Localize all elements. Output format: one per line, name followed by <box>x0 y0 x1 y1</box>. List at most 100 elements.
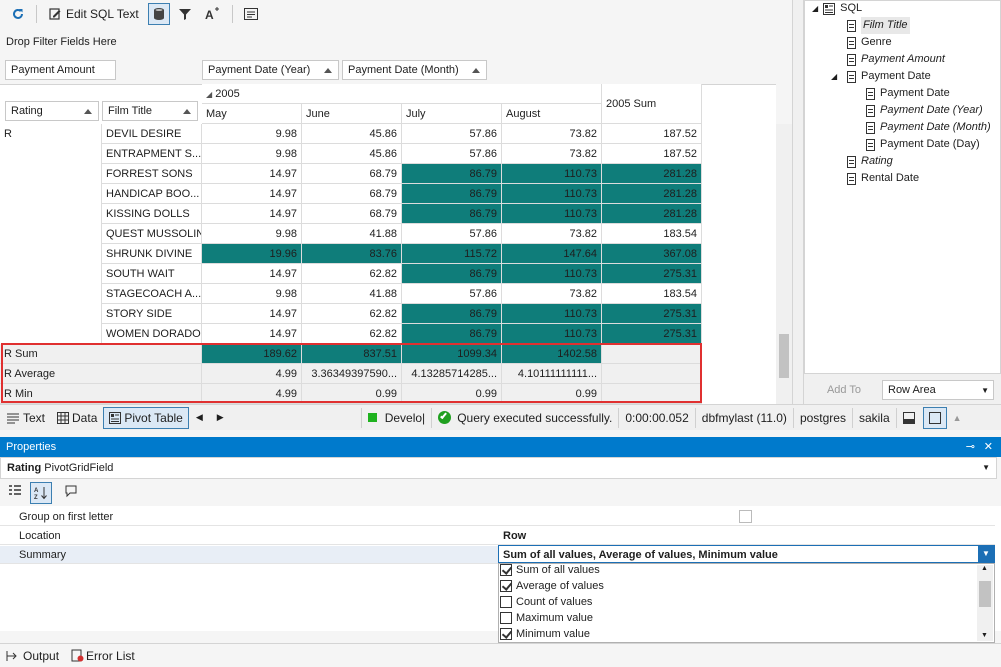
value-cell[interactable]: 147.64 <box>502 244 602 264</box>
month-header-august[interactable]: August <box>502 104 602 124</box>
field-list-item[interactable]: Genre <box>847 34 892 51</box>
total-value-cell[interactable]: 0.99 <box>302 384 402 404</box>
film-title-cell[interactable]: STORY SIDE <box>102 304 202 324</box>
value-cell[interactable]: 14.97 <box>202 264 302 284</box>
tab-pivot-table[interactable]: Pivot Table <box>103 406 189 429</box>
tab-data[interactable]: Data <box>51 407 103 429</box>
value-cell[interactable]: 110.73 <box>502 164 602 184</box>
total-value-cell[interactable]: 0.99 <box>402 384 502 404</box>
property-name[interactable]: Location <box>0 527 498 545</box>
field-list-item[interactable]: Film Title <box>847 17 910 34</box>
value-cell[interactable]: 86.79 <box>402 204 502 224</box>
total-value-cell[interactable]: 4.13285714285... <box>402 364 502 384</box>
format-button[interactable]: A <box>200 3 226 25</box>
film-title-cell[interactable]: ENTRAPMENT S... <box>102 144 202 164</box>
field-list-item[interactable]: ◢ Payment Date <box>831 68 931 85</box>
total-value-cell[interactable]: 4.99 <box>202 384 302 404</box>
total-value-cell[interactable]: 0.99 <box>502 384 602 404</box>
value-cell[interactable]: 57.86 <box>402 224 502 244</box>
filter-drop-area[interactable]: Drop Filter Fields Here <box>6 36 117 48</box>
tab-output[interactable]: Output <box>0 649 65 663</box>
tab-text[interactable]: Text <box>0 407 51 429</box>
value-cell[interactable]: 9.98 <box>202 224 302 244</box>
value-cell[interactable]: 57.86 <box>402 144 502 164</box>
scrollbar-thumb[interactable] <box>979 581 991 607</box>
value-cell[interactable]: 367.08 <box>602 244 702 264</box>
value-cell[interactable]: 45.86 <box>302 144 402 164</box>
value-cell[interactable]: 73.82 <box>502 124 602 144</box>
row-field-film-title[interactable]: Film Title <box>102 101 198 121</box>
row-field-rating[interactable]: Rating <box>5 101 99 121</box>
field-list-item[interactable]: Rating <box>847 153 893 170</box>
total-value-cell[interactable]: 189.62 <box>202 344 302 364</box>
value-cell[interactable]: 86.79 <box>402 304 502 324</box>
total-value-cell[interactable]: 837.51 <box>302 344 402 364</box>
value-cell[interactable]: 73.82 <box>502 224 602 244</box>
data-field-payment-amount[interactable]: Payment Amount <box>5 60 116 80</box>
value-cell[interactable]: 62.82 <box>302 304 402 324</box>
panel-splitter[interactable] <box>792 0 804 404</box>
scroll-down-icon[interactable]: ▼ <box>981 632 988 639</box>
value-cell[interactable]: 68.79 <box>302 204 402 224</box>
value-cell[interactable]: 275.31 <box>602 304 702 324</box>
dropdown-scrollbar[interactable]: ▲ ▼ <box>977 565 993 641</box>
value-cell[interactable]: 9.98 <box>202 144 302 164</box>
value-cell[interactable]: 14.97 <box>202 164 302 184</box>
checkbox-checked-icon[interactable] <box>500 580 512 592</box>
film-title-cell[interactable]: HANDICAP BOO... <box>102 184 202 204</box>
value-cell[interactable]: 187.52 <box>602 124 702 144</box>
properties-object-selector[interactable]: Rating PivotGridField ▼ <box>0 457 997 479</box>
value-cell[interactable]: 183.54 <box>602 224 702 244</box>
layout-toggle-1[interactable] <box>895 407 921 428</box>
value-cell[interactable]: 9.98 <box>202 124 302 144</box>
value-cell[interactable]: 57.86 <box>402 284 502 304</box>
close-icon[interactable]: ✕ <box>984 437 993 457</box>
value-cell[interactable]: 62.82 <box>302 264 402 284</box>
add-to-button[interactable]: Add To <box>810 380 878 400</box>
value-cell[interactable]: 275.31 <box>602 264 702 284</box>
checkbox-checked-icon[interactable] <box>500 628 512 640</box>
field-list-item[interactable]: Payment Date (Month) <box>866 119 991 136</box>
value-cell[interactable]: 110.73 <box>502 304 602 324</box>
total-value-cell[interactable]: 1402.58 <box>502 344 602 364</box>
value-cell[interactable]: 86.79 <box>402 264 502 284</box>
tab-error-list[interactable]: Error List <box>65 649 141 663</box>
value-cell[interactable]: 86.79 <box>402 324 502 344</box>
value-cell[interactable]: 83.76 <box>302 244 402 264</box>
value-cell[interactable]: 73.82 <box>502 144 602 164</box>
value-cell[interactable]: 68.79 <box>302 184 402 204</box>
property-pages-button[interactable] <box>64 484 82 502</box>
film-title-cell[interactable]: KISSING DOLLS <box>102 204 202 224</box>
scroll-up-icon[interactable]: ▲ <box>981 565 988 572</box>
field-list-item[interactable]: Rental Date <box>847 170 919 187</box>
film-title-cell[interactable]: STAGECOACH A... <box>102 284 202 304</box>
film-title-cell[interactable]: DEVIL DESIRE <box>102 124 202 144</box>
summary-option[interactable]: Average of values <box>500 578 604 594</box>
value-cell[interactable]: 19.96 <box>202 244 302 264</box>
total-value-cell[interactable]: 3.36349397590... <box>302 364 402 384</box>
scrollbar-thumb[interactable] <box>779 334 789 378</box>
value-cell[interactable]: 115.72 <box>402 244 502 264</box>
edit-sql-button[interactable]: Edit SQL Text <box>43 3 144 25</box>
area-select[interactable]: Row Area ▼ <box>882 380 994 400</box>
year-header[interactable]: ◢ 2005 <box>202 84 602 104</box>
property-name[interactable]: Group on first letter <box>0 508 498 526</box>
checkbox-checked-icon[interactable] <box>500 564 512 576</box>
expand-icon[interactable]: ◢ <box>812 0 818 17</box>
tree-root-sql[interactable]: ◢ SQL <box>812 0 862 17</box>
value-cell[interactable]: 14.97 <box>202 304 302 324</box>
month-header-june[interactable]: June <box>302 104 402 124</box>
summary-option[interactable]: Minimum value <box>500 626 590 642</box>
database-button[interactable] <box>147 3 170 25</box>
expand-icon[interactable]: ◢ <box>831 68 837 85</box>
column-field-payment-year[interactable]: Payment Date (Year) <box>202 60 339 80</box>
value-cell[interactable]: 281.28 <box>602 204 702 224</box>
value-cell[interactable]: 14.97 <box>202 204 302 224</box>
checkbox-icon[interactable] <box>500 612 512 624</box>
value-cell[interactable]: 86.79 <box>402 164 502 184</box>
scroll-right-icon[interactable]: ▶ <box>210 412 231 423</box>
categorized-button[interactable] <box>8 484 26 502</box>
film-title-cell[interactable]: WOMEN DORADO <box>102 324 202 344</box>
refresh-button[interactable] <box>6 3 30 25</box>
field-list-item[interactable]: Payment Date <box>866 85 950 102</box>
